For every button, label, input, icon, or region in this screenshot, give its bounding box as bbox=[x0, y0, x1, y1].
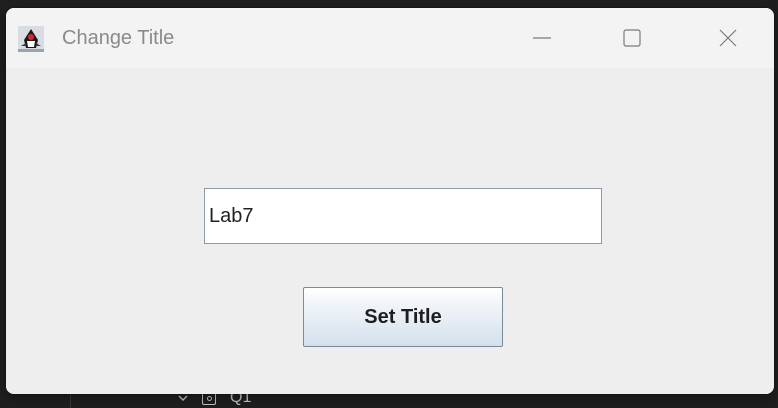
java-duke-icon bbox=[18, 26, 44, 52]
maximize-button[interactable] bbox=[586, 8, 678, 68]
minimize-icon bbox=[533, 37, 551, 39]
dialog-content: Set Title bbox=[6, 68, 774, 394]
window-title: Change Title bbox=[62, 27, 175, 49]
title-bar[interactable]: Change Title bbox=[6, 8, 774, 68]
change-title-window: Change Title Set Title bbox=[6, 8, 774, 394]
close-icon bbox=[719, 29, 737, 47]
minimize-button[interactable] bbox=[496, 8, 588, 68]
set-title-button[interactable]: Set Title bbox=[303, 287, 503, 347]
title-input[interactable] bbox=[204, 188, 602, 244]
close-button[interactable] bbox=[682, 8, 774, 68]
maximize-icon bbox=[623, 29, 641, 47]
chevron-down-icon[interactable] bbox=[178, 393, 188, 403]
